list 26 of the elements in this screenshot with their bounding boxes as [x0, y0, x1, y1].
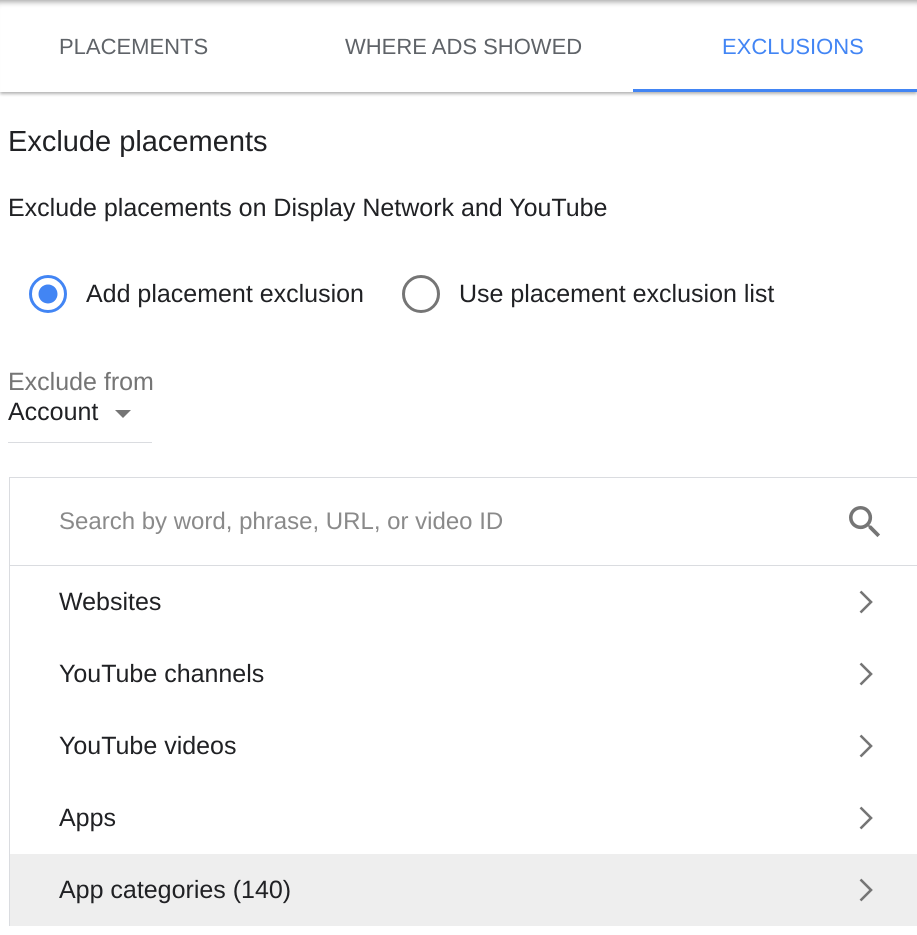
section-description: Exclude placements on Display Network and YouTube	[8, 193, 608, 223]
radio-button[interactable]	[402, 275, 440, 313]
chevron-right-icon	[859, 662, 873, 686]
category-label: App categories (140)	[59, 875, 292, 905]
radio-button[interactable]	[29, 275, 67, 313]
category-label: YouTube videos	[59, 731, 236, 761]
section-heading: Exclude placements	[8, 126, 268, 158]
exclude-from-dropdown[interactable]: Exclude from Account	[8, 367, 152, 443]
tab[interactable]: WHERE ADS SHOWED	[286, 0, 633, 92]
category-label: Apps	[59, 803, 116, 833]
search-icon	[849, 506, 881, 538]
caret-icon	[115, 410, 132, 418]
dropdown-value: Account	[8, 397, 98, 427]
tab[interactable]: PLACEMENTS	[0, 0, 286, 92]
chevron-right-icon	[859, 806, 873, 830]
category-label: YouTube channels	[59, 659, 264, 689]
dropdown-label: Exclude from	[8, 367, 154, 397]
category-row[interactable]: App categories (140)	[10, 854, 917, 926]
tab[interactable]: EXCLUSIONS	[633, 0, 917, 92]
chevron-right-icon	[859, 878, 873, 902]
category-label: Websites	[59, 587, 162, 617]
radio-label[interactable]: Add placement exclusion	[86, 279, 364, 309]
search-field[interactable]: Search by word, phrase, URL, or video ID	[10, 478, 833, 565]
radio-label[interactable]: Use placement exclusion list	[458, 279, 774, 309]
chevron-right-icon	[859, 734, 873, 758]
chevron-right-icon	[859, 590, 873, 614]
